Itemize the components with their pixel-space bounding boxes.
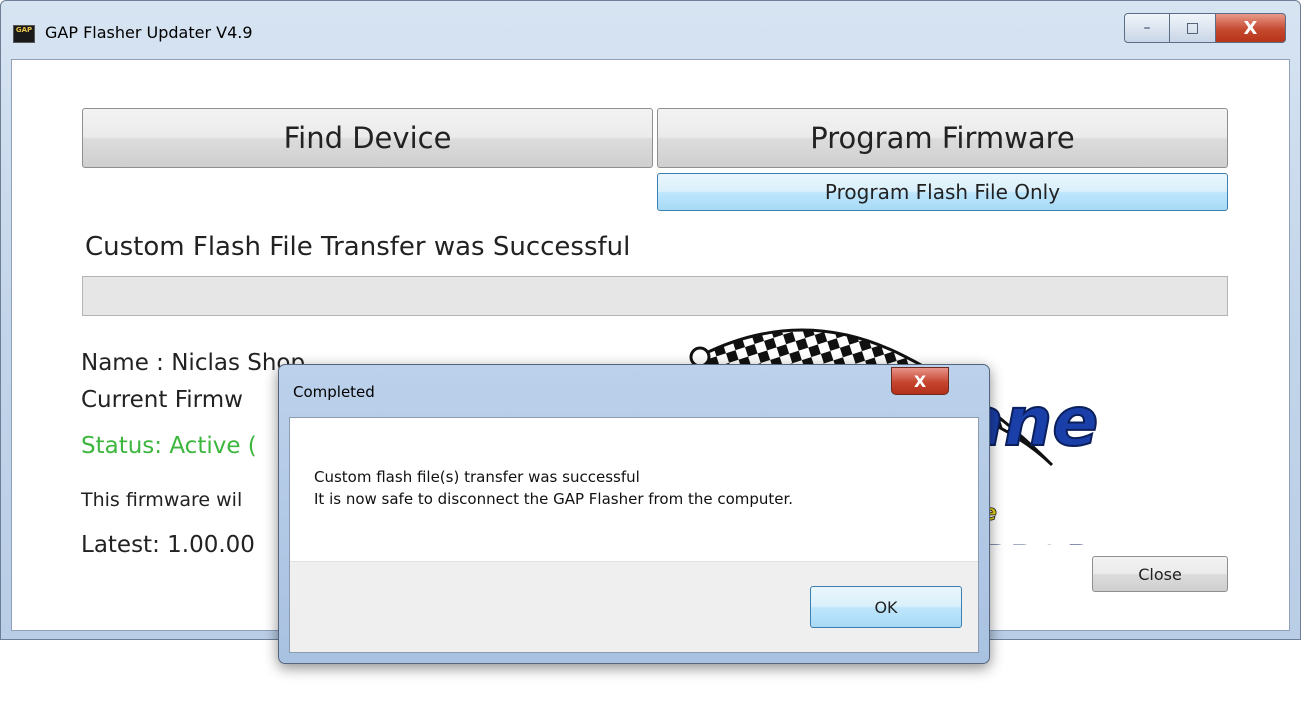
find-device-button[interactable]: Find Device — [82, 108, 653, 168]
dialog-message-line2: It is now safe to disconnect the GAP Fla… — [314, 490, 794, 508]
progress-bar — [82, 276, 1228, 316]
caption-buttons: – □ X — [1124, 13, 1286, 43]
close-button[interactable]: Close — [1092, 556, 1228, 592]
latest-version: Latest: 1.00.00 — [81, 532, 255, 558]
title-bar[interactable]: GAP GAP Flasher Updater V4.9 – □ X — [1, 1, 1300, 59]
maximize-icon: □ — [1185, 20, 1200, 36]
close-icon: X — [1243, 17, 1258, 39]
current-firmware: Current Firmw — [81, 387, 243, 413]
status-message: Custom Flash File Transfer was Successfu… — [85, 232, 631, 262]
minimize-icon: – — [1143, 20, 1151, 36]
device-name: Name : Niclas Shop — [81, 350, 306, 376]
dialog-close-button[interactable]: X — [891, 367, 949, 395]
device-status: Status: Active ( — [81, 433, 257, 459]
program-firmware-button[interactable]: Program Firmware — [657, 108, 1228, 168]
firmware-note: This firmware wil — [81, 489, 243, 511]
dialog-footer: OK — [290, 561, 978, 652]
program-flash-file-only-button[interactable]: Program Flash File Only — [657, 173, 1228, 211]
window-close-button[interactable]: X — [1216, 13, 1286, 43]
dialog-message-line1: Custom flash file(s) transfer was succes… — [314, 468, 640, 486]
minimize-button[interactable]: – — [1124, 13, 1170, 43]
dialog-body: Custom flash file(s) transfer was succes… — [289, 417, 979, 653]
maximize-button[interactable]: □ — [1170, 13, 1216, 43]
completed-dialog: Completed X Custom flash file(s) transfe… — [278, 364, 990, 664]
app-icon: GAP — [13, 25, 35, 43]
ok-button[interactable]: OK — [810, 586, 962, 628]
dialog-title: Completed — [293, 383, 375, 401]
svg-text:RB⚙R: RB⚙R — [982, 539, 1091, 545]
close-icon: X — [913, 371, 927, 391]
window-title: GAP Flasher Updater V4.9 — [45, 23, 253, 42]
